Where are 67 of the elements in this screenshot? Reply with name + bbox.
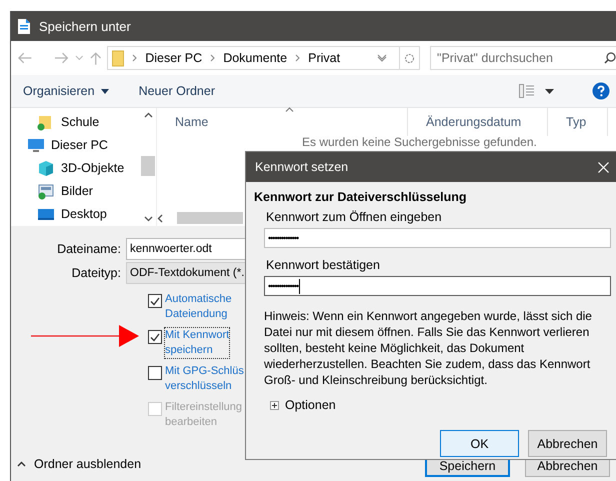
field-label: Kennwort bestätigen — [266, 258, 381, 272]
up-arrow-icon[interactable] — [90, 51, 102, 65]
field-label: Kennwort zum Öffnen eingeben — [266, 210, 443, 224]
document-icon — [17, 18, 31, 34]
hide-folders-button[interactable]: Ordner ausblenden — [17, 457, 142, 471]
scrollbar-thumb[interactable] — [177, 212, 243, 224]
breadcrumb-item[interactable]: Dieser PC — [145, 51, 202, 65]
cube-icon — [37, 160, 55, 176]
address-bar[interactable]: Dieser PC Dokumente Privat — [107, 46, 400, 70]
checkbox-label[interactable]: Mit GPG-Schlüs verschlüsseln — [165, 364, 244, 394]
nav-item[interactable]: Dieser PC — [11, 136, 141, 154]
column-header[interactable]: Änderungsdatum — [426, 115, 522, 129]
chevron-down-icon[interactable] — [376, 54, 387, 62]
back-arrow-icon[interactable] — [17, 52, 32, 64]
search-field[interactable]: "Privat" durchsuchen — [430, 46, 616, 70]
forward-arrow-icon[interactable] — [54, 52, 70, 64]
chevron-up-icon — [17, 461, 26, 467]
scroll-up-icon[interactable] — [144, 112, 153, 118]
breadcrumb-item[interactable]: Privat — [308, 51, 340, 65]
checkbox-label[interactable]: Mit Kennwort speichern — [165, 328, 230, 358]
breadcrumb-item[interactable]: Dokumente — [223, 51, 288, 65]
window-title: Speichern unter — [39, 18, 131, 34]
chevron-right-icon — [295, 54, 300, 62]
refresh-button[interactable] — [398, 46, 420, 70]
checkbox[interactable] — [148, 294, 162, 308]
checkbox[interactable] — [148, 366, 162, 380]
checkbox[interactable] — [148, 330, 162, 344]
file-type-dropdown[interactable]: ODF-Textdokument (*. — [126, 262, 245, 284]
checkbox-label[interactable]: Automatische Dateiendung — [165, 292, 232, 322]
organize-menu-button[interactable]: Organisieren — [23, 84, 109, 98]
nav-item[interactable]: Desktop — [11, 205, 141, 223]
close-button[interactable] — [598, 162, 609, 172]
nav-item[interactable]: Schule — [11, 113, 141, 131]
new-folder-button[interactable]: Neuer Ordner — [138, 84, 216, 98]
folder-icon — [112, 50, 124, 66]
monitor-icon — [27, 136, 45, 154]
caret-icon — [100, 88, 109, 94]
chevron-down-icon[interactable] — [75, 55, 84, 61]
plus-box-icon — [270, 400, 279, 410]
column-header[interactable]: Name — [175, 115, 208, 129]
nav-item[interactable]: 3D-Objekte — [11, 159, 141, 177]
chevron-right-icon — [132, 54, 138, 62]
password-field[interactable]: •••••••••••••• — [264, 276, 611, 296]
scroll-down-icon[interactable] — [144, 216, 153, 222]
refresh-icon — [404, 52, 415, 64]
password-field[interactable]: •••••••••••••• — [264, 228, 611, 248]
hint-text: Hinweis: Wenn ein Kennwort angegeben wurde, lässt sich die Datei nur mit diesem öffnen. Falls Sie das Kennwort verlieren sollten, besteht keine Möglichkeit, das Dokument wiederherzustellen. Beachten Sie zudem, dass das Kennwort Groß- und Kleinschreibung berücksichtigt. — [264, 308, 593, 388]
scroll-left-icon[interactable] — [157, 214, 163, 222]
field-label: Dateiname: — [56, 242, 122, 256]
cancel-button[interactable]: Abbrechen — [528, 430, 607, 457]
view-list-icon[interactable] — [519, 84, 535, 98]
ok-button[interactable]: OK — [440, 430, 519, 457]
nav-item[interactable]: Bilder — [11, 182, 141, 200]
section-heading: Kennwort zur Dateiverschlüsselung — [254, 190, 468, 204]
empty-message: Es wurden keine Suchergebnisse gefunden. — [302, 135, 537, 149]
chevron-right-icon — [210, 54, 216, 62]
options-expander[interactable]: Optionen — [270, 398, 611, 412]
scrollbar-thumb[interactable] — [141, 156, 155, 176]
caret-icon[interactable] — [545, 88, 554, 94]
image-icon — [37, 182, 55, 200]
sort-caret-icon — [285, 107, 294, 112]
dialog-title: Kennwort setzen — [255, 160, 348, 174]
file-name-field[interactable]: kennwoerter.odt — [126, 238, 245, 260]
help-icon[interactable] — [592, 82, 610, 100]
column-header[interactable]: Typ — [566, 115, 586, 129]
close-icon — [598, 162, 609, 172]
field-label: Dateityp: — [70, 266, 122, 280]
